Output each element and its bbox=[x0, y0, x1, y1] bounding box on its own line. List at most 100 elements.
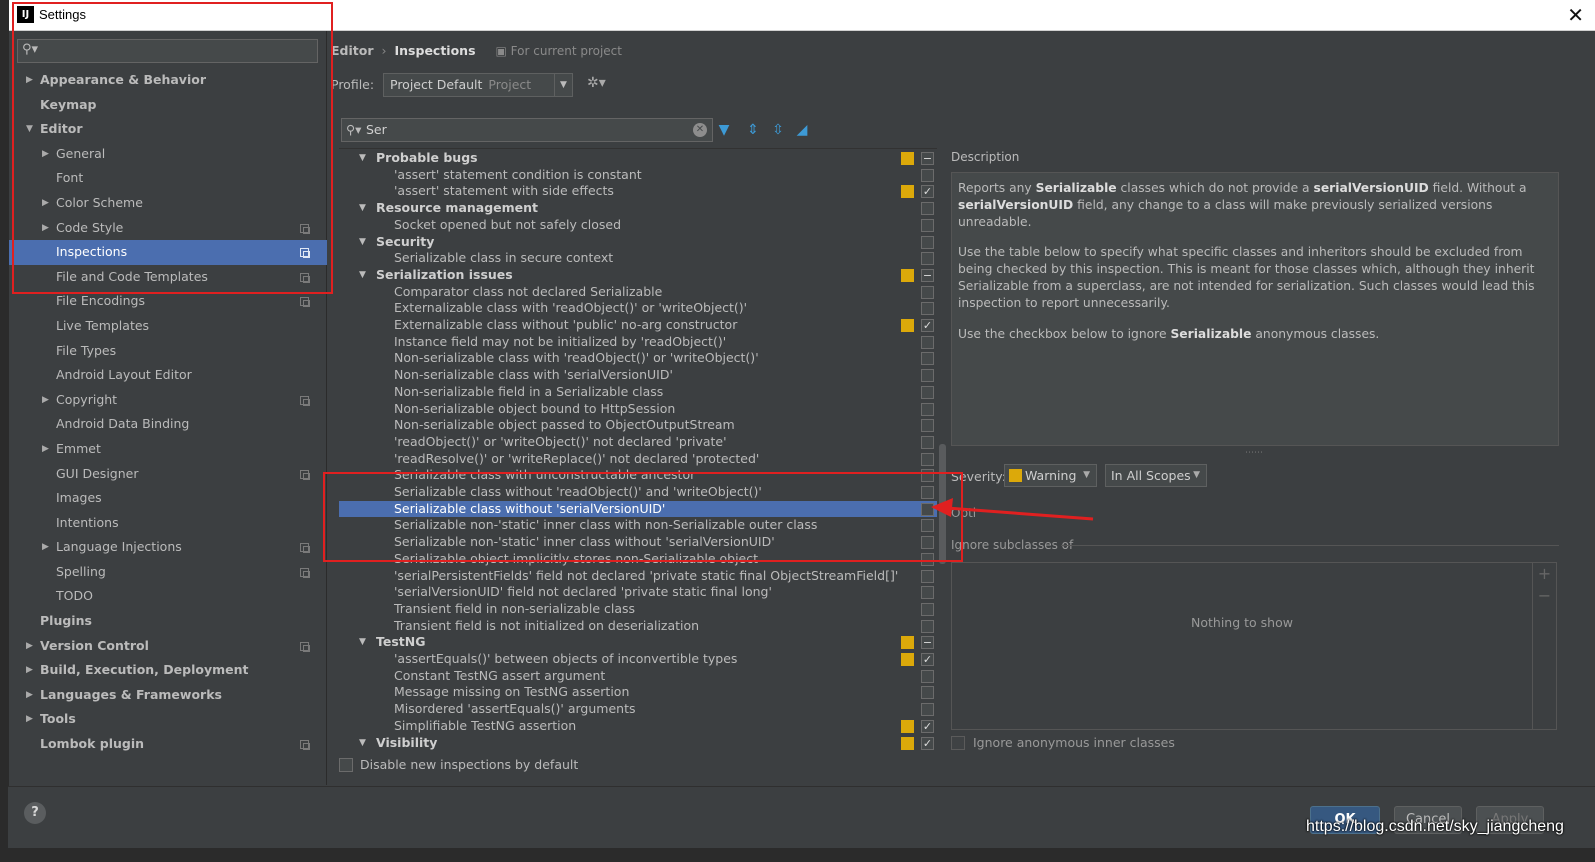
clear-search-icon[interactable]: ✕ bbox=[693, 123, 707, 137]
inspection-item[interactable]: Externalizable class with 'readObject()'… bbox=[339, 300, 937, 317]
inspection-checkbox[interactable] bbox=[921, 486, 934, 499]
add-icon[interactable]: + bbox=[1533, 563, 1556, 585]
inspection-checkbox[interactable] bbox=[921, 218, 934, 232]
inspection-checkbox[interactable]: ✓ bbox=[921, 185, 934, 199]
sidebar-item[interactable]: Plugins bbox=[9, 609, 327, 634]
remove-icon[interactable]: − bbox=[1533, 585, 1556, 607]
inspections-scrollbar[interactable] bbox=[937, 148, 947, 752]
severity-select[interactable]: Warning ▼ bbox=[1004, 464, 1097, 487]
inspection-checkbox[interactable] bbox=[921, 168, 934, 182]
inspection-checkbox[interactable] bbox=[921, 369, 934, 383]
sidebar-item[interactable]: ▶ General bbox=[9, 142, 327, 167]
inspection-checkbox[interactable]: ✓ bbox=[921, 736, 934, 750]
chevron-right-icon[interactable]: ▶ bbox=[26, 68, 33, 93]
chevron-down-icon[interactable]: ▼ bbox=[26, 117, 33, 142]
inspection-checkbox[interactable] bbox=[921, 435, 934, 449]
inspection-item[interactable]: Non-serializable object bound to HttpSes… bbox=[339, 401, 937, 418]
inspection-item[interactable]: Non-serializable class with 'serialVersi… bbox=[339, 367, 937, 384]
inspection-item[interactable]: Serializable non-'static' inner class wi… bbox=[339, 534, 937, 551]
inspection-item[interactable]: Externalizable class without 'public' no… bbox=[339, 317, 937, 334]
sidebar-item[interactable]: File and Code Templates bbox=[9, 265, 327, 290]
inspection-checkbox[interactable] bbox=[921, 569, 934, 583]
inspection-checkbox[interactable] bbox=[921, 686, 934, 700]
chevron-right-icon[interactable]: ▶ bbox=[42, 437, 49, 462]
disable-new-checkbox[interactable] bbox=[339, 758, 353, 772]
sidebar-item[interactable]: File Types bbox=[9, 339, 327, 364]
inspection-item[interactable]: Socket opened but not safely closed bbox=[339, 217, 937, 234]
inspection-checkbox[interactable] bbox=[921, 669, 934, 683]
sidebar-item[interactable]: Keymap bbox=[9, 93, 327, 118]
expand-all-icon[interactable]: ⇕ bbox=[744, 120, 762, 140]
chevron-right-icon[interactable]: ▶ bbox=[42, 191, 49, 216]
gear-icon[interactable]: ✲▾ bbox=[587, 75, 606, 91]
sidebar-item[interactable]: Font bbox=[9, 166, 327, 191]
inspection-item[interactable]: 'assert' statement condition is constant bbox=[339, 167, 937, 184]
sidebar-item[interactable]: ▶ Build, Execution, Deployment bbox=[9, 658, 327, 683]
sidebar-item[interactable]: Intentions bbox=[9, 511, 327, 536]
chevron-right-icon[interactable]: ▶ bbox=[42, 142, 49, 167]
inspection-checkbox[interactable] bbox=[921, 602, 934, 616]
sidebar-item[interactable]: Live Templates bbox=[9, 314, 327, 339]
collapse-all-icon[interactable]: ⇳ bbox=[769, 120, 787, 140]
inspection-checkbox[interactable] bbox=[921, 202, 934, 216]
sidebar-item[interactable]: ▼ Editor bbox=[9, 117, 327, 142]
sidebar-item[interactable]: Android Layout Editor bbox=[9, 363, 327, 388]
inspection-item[interactable]: Misordered 'assertEquals()' arguments bbox=[339, 701, 937, 718]
sidebar-item[interactable]: ▶ Languages & Frameworks bbox=[9, 683, 327, 708]
inspection-item[interactable]: 'assert' statement with side effects ✓ bbox=[339, 183, 937, 200]
ignore-subclasses-table[interactable]: Nothing to show bbox=[951, 562, 1533, 730]
inspection-checkbox[interactable] bbox=[921, 469, 934, 483]
inspection-search-input[interactable]: ⚲▾ Ser ✕ bbox=[341, 118, 713, 142]
sidebar-item[interactable]: ▶ Color Scheme bbox=[9, 191, 327, 216]
inspection-item[interactable]: Serializable class without 'readObject()… bbox=[339, 484, 937, 501]
chevron-down-icon[interactable]: ▼ bbox=[359, 634, 366, 651]
inspection-item[interactable]: Comparator class not declared Serializab… bbox=[339, 284, 937, 301]
inspection-checkbox[interactable]: − bbox=[921, 268, 934, 282]
settings-search-input[interactable]: ⚲▾ bbox=[17, 39, 318, 63]
inspection-checkbox[interactable] bbox=[921, 519, 934, 533]
sidebar-item[interactable]: ▶ Emmet bbox=[9, 437, 327, 462]
inspection-item[interactable]: Message missing on TestNG assertion bbox=[339, 684, 937, 701]
inspection-item[interactable]: 'serialPersistentFields' field not decla… bbox=[339, 568, 937, 585]
reset-icon[interactable]: ◢ bbox=[793, 120, 811, 140]
sidebar-item[interactable]: ▶ Code Style bbox=[9, 216, 327, 241]
inspection-item[interactable]: Transient field is not initialized on de… bbox=[339, 618, 937, 635]
chevron-right-icon[interactable]: ▶ bbox=[42, 535, 49, 560]
chevron-down-icon[interactable]: ▼ bbox=[359, 150, 366, 167]
inspection-item[interactable]: 'assertEquals()' between objects of inco… bbox=[339, 651, 937, 668]
inspection-item[interactable]: Serializable object implicitly stores no… bbox=[339, 551, 937, 568]
scrollbar-thumb[interactable] bbox=[939, 444, 946, 564]
inspection-checkbox[interactable] bbox=[921, 402, 934, 416]
inspection-checkbox[interactable] bbox=[921, 302, 934, 316]
chevron-right-icon[interactable]: ▶ bbox=[26, 658, 33, 683]
sidebar-item[interactable]: ▶ Tools bbox=[9, 707, 327, 732]
inspection-item[interactable]: Simplifiable TestNG assertion ✓ bbox=[339, 718, 937, 735]
sidebar-item[interactable]: ▶ Language Injections bbox=[9, 535, 327, 560]
inspection-checkbox[interactable] bbox=[921, 235, 934, 249]
inspection-item[interactable]: Serializable non-'static' inner class wi… bbox=[339, 517, 937, 534]
ignore-anonymous-checkbox[interactable] bbox=[951, 736, 965, 750]
chevron-right-icon[interactable]: ▶ bbox=[26, 707, 33, 732]
splitter-handle[interactable]: ⋯⋯ bbox=[1245, 448, 1263, 458]
chevron-down-icon[interactable]: ▼ bbox=[359, 735, 366, 752]
chevron-right-icon[interactable]: ▶ bbox=[26, 683, 33, 708]
profile-select[interactable]: Project Default Project ▼ bbox=[383, 73, 573, 97]
inspection-checkbox[interactable]: ✓ bbox=[921, 319, 934, 332]
sidebar-item[interactable]: ▶ Appearance & Behavior bbox=[9, 68, 327, 93]
sidebar-item[interactable]: Inspections bbox=[9, 240, 327, 265]
inspection-category[interactable]: ▼ Probable bugs − bbox=[339, 150, 937, 167]
inspection-checkbox[interactable] bbox=[921, 452, 934, 466]
chevron-right-icon[interactable]: ▶ bbox=[42, 388, 49, 413]
inspection-item[interactable]: 'readObject()' or 'writeObject()' not de… bbox=[339, 434, 937, 451]
inspection-checkbox[interactable]: − bbox=[921, 636, 934, 650]
inspection-category[interactable]: ▼ Visibility ✓ bbox=[339, 735, 937, 752]
close-icon[interactable]: ✕ bbox=[1567, 3, 1584, 28]
inspection-checkbox[interactable] bbox=[921, 536, 934, 550]
inspection-item[interactable]: Serializable class without 'serialVersio… bbox=[339, 500, 937, 518]
inspection-item[interactable]: Serializable class in secure context bbox=[339, 250, 937, 267]
chevron-right-icon[interactable]: ▶ bbox=[42, 216, 49, 241]
inspection-item[interactable]: Transient field in non-serializable clas… bbox=[339, 601, 937, 618]
inspection-checkbox[interactable] bbox=[921, 703, 934, 717]
breadcrumb-parent[interactable]: Editor bbox=[331, 43, 374, 58]
sidebar-item[interactable]: ▶ Version Control bbox=[9, 634, 327, 659]
